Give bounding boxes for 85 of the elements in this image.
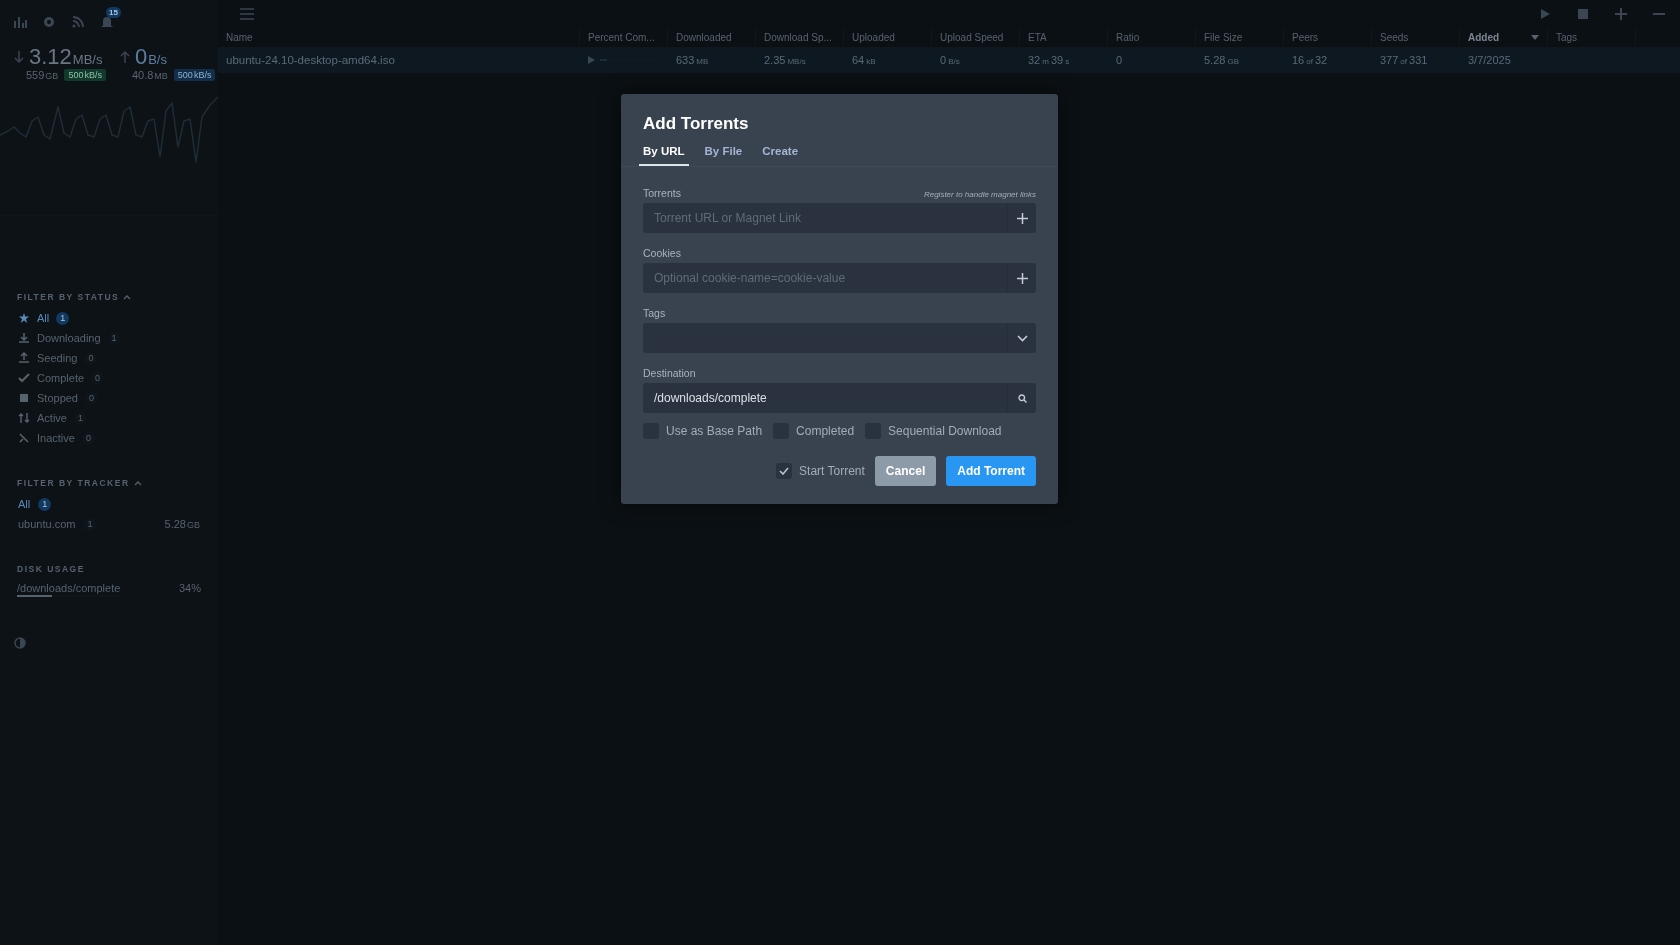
notification-badge: 15 — [106, 7, 121, 18]
count-badge: 0 — [81, 431, 95, 445]
count-badge: 0 — [85, 391, 98, 405]
speed-limit-badge[interactable]: 500kB/s — [173, 69, 216, 81]
field-label: Cookies — [643, 247, 681, 259]
status-filter-item[interactable]: Active 1 — [0, 408, 218, 428]
checkbox[interactable]: Use as Base Path — [643, 423, 763, 439]
field-label: Tags — [643, 307, 666, 319]
arrows-icon — [18, 412, 30, 424]
up-arrow-icon — [119, 50, 130, 64]
search-icon — [1017, 393, 1027, 403]
download-icon — [18, 332, 30, 344]
tracker-size: 5.28GB — [164, 518, 200, 530]
tracker-filter-heading[interactable]: FILTER BY TRACKER — [0, 478, 218, 488]
plus-icon — [1016, 272, 1028, 284]
table-cell: 0 — [1116, 54, 1123, 66]
status-filter-item[interactable]: All 1 — [0, 308, 218, 328]
star-icon — [18, 312, 30, 324]
count-badge: 0 — [84, 351, 98, 365]
tracker-filter-item[interactable]: All 1 — [0, 494, 218, 514]
table-cell-text: 32 m 39 s — [1028, 54, 1071, 66]
tracker-filter-item[interactable]: ubuntu.com 1 5.28GB — [0, 514, 218, 534]
download-speed: 3.12MB/s — [29, 44, 103, 70]
dialog-title: Add Torrents — [642, 113, 750, 135]
checkbox[interactable]: Sequential Download — [865, 423, 1002, 439]
play-icon — [588, 56, 595, 64]
count-badge: 1 — [107, 331, 121, 345]
chevron-down-icon — [1016, 334, 1028, 342]
status-filter-item[interactable]: Inactive 0 — [0, 428, 218, 448]
disk-path: /downloads/complete — [17, 582, 121, 594]
field-label: Destination — [643, 367, 696, 379]
bar-chart-icon[interactable] — [13, 15, 27, 29]
stop-icon[interactable] — [1577, 7, 1589, 20]
chevron-up-icon — [133, 480, 142, 486]
table-cell-text: 64 kB — [852, 54, 877, 66]
disk-usage-heading: DISK USAGE — [16, 564, 86, 574]
status-filter-item[interactable]: Seeding 0 — [0, 348, 218, 368]
play-icon[interactable] — [1539, 7, 1551, 20]
status-filter-item[interactable]: Stopped 0 — [0, 388, 218, 408]
plus-icon — [1016, 212, 1028, 224]
table-cell-text: 0 B/s — [940, 54, 961, 66]
status-filter-heading[interactable]: FILTER BY STATUS — [0, 292, 218, 302]
field-label: Torrents — [643, 187, 681, 199]
count-badge: 1 — [73, 411, 87, 425]
download-total: 559GB — [26, 69, 59, 81]
chevron-up-icon — [123, 294, 132, 300]
table-cell: 377 of 331 — [1380, 54, 1428, 66]
table-row[interactable]: ubuntu-24.10-desktop-amd64.iso 633 MB 2.35 MB/s 64 kB 0 B/s 32 m 39 s 0 5.28 GB 16 of 32 377 of 331 3/7/2025 — [218, 47, 1680, 73]
status-filter-item[interactable]: Complete 0 — [0, 368, 218, 388]
table-cell-text: 2.35 MB/s — [764, 54, 807, 66]
table-cell-text: 5.28 GB — [1204, 54, 1240, 66]
table-cell: 16 of 32 — [1292, 54, 1328, 66]
down-arrow-icon — [14, 50, 24, 64]
cancel-button[interactable]: Cancel — [874, 456, 937, 486]
theme-toggle-icon[interactable] — [14, 637, 26, 649]
menu-icon[interactable] — [240, 7, 254, 20]
table-cell-text: 633 MB — [676, 54, 710, 66]
checkbox[interactable]: Start Torrent — [776, 463, 865, 479]
slash-icon — [18, 432, 30, 444]
status-filter-item[interactable]: Downloading 1 — [0, 328, 218, 348]
tab[interactable]: Create — [758, 140, 803, 166]
register-link[interactable]: Register to handle magnet links — [923, 190, 1036, 199]
count-badge: 1 — [38, 497, 52, 511]
bell-icon[interactable] — [100, 15, 114, 29]
upload-icon — [18, 352, 30, 364]
table-cell: 3/7/2025 — [1468, 54, 1511, 66]
add-torrent-button[interactable]: Add Torrent — [946, 456, 1036, 486]
stop-icon — [18, 392, 30, 404]
tab[interactable]: By File — [700, 140, 747, 166]
speed-limit-badge[interactable]: 500 kB/s — [64, 69, 106, 81]
settings-icon[interactable] — [42, 15, 56, 29]
count-badge: 0 — [91, 371, 105, 385]
add-icon[interactable] — [1615, 7, 1627, 20]
tab[interactable]: By URL — [639, 140, 689, 166]
rss-icon[interactable] — [71, 15, 85, 29]
count-badge: 1 — [56, 311, 70, 325]
upload-total: 40.8 MB — [131, 69, 168, 81]
disk-percent: 34% — [178, 582, 201, 596]
upload-speed: 0B/s — [134, 44, 167, 70]
check-icon — [18, 372, 30, 384]
sort-caret-icon — [1531, 34, 1539, 40]
count-badge: 1 — [83, 517, 97, 531]
table-cell: ubuntu-24.10-desktop-amd64.iso — [226, 54, 395, 66]
check-icon — [779, 467, 790, 475]
checkbox[interactable]: Completed — [773, 423, 855, 439]
